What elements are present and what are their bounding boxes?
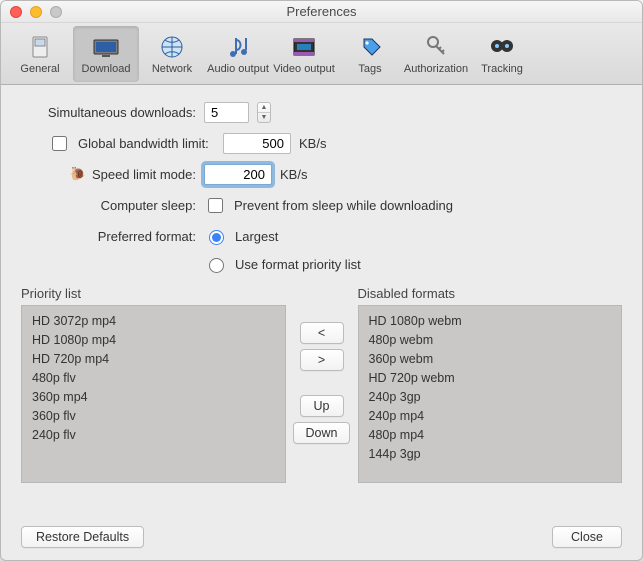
disabled-formats-title: Disabled formats (358, 286, 623, 301)
list-item[interactable]: HD 1080p webm (369, 312, 612, 331)
general-icon (24, 34, 56, 60)
preferences-window: Preferences General Download Network Aud… (0, 0, 643, 561)
global-bandwidth-input[interactable] (223, 133, 291, 154)
tab-general[interactable]: General (7, 26, 73, 82)
list-item[interactable]: 144p 3gp (369, 445, 612, 464)
largest-radio[interactable] (209, 230, 224, 245)
tab-label: Download (82, 63, 131, 75)
tab-tags[interactable]: Tags (337, 26, 403, 82)
priority-list-title: Priority list (21, 286, 286, 301)
computer-sleep-label: Computer sleep: (21, 198, 196, 213)
tab-label: Authorization (404, 63, 468, 75)
tab-label: Tracking (481, 63, 523, 75)
list-item[interactable]: 240p mp4 (369, 407, 612, 426)
tab-authorization[interactable]: Authorization (403, 26, 469, 82)
close-button[interactable]: Close (552, 526, 622, 548)
largest-label: Largest (235, 229, 278, 244)
tab-label: Network (152, 63, 192, 75)
tracking-icon (486, 34, 518, 60)
list-item[interactable]: 480p flv (32, 369, 275, 388)
simultaneous-downloads-label: Simultaneous downloads: (21, 105, 196, 120)
simultaneous-downloads-stepper[interactable]: ▲▼ (257, 102, 271, 123)
tab-label: General (20, 63, 59, 75)
move-right-button[interactable]: > (300, 349, 344, 371)
tab-video-output[interactable]: Video output (271, 26, 337, 82)
tab-network[interactable]: Network (139, 26, 205, 82)
priority-listbox[interactable]: HD 3072p mp4HD 1080p mp4HD 720p mp4480p … (21, 305, 286, 483)
prevent-sleep-label: Prevent from sleep while downloading (234, 198, 453, 213)
tab-label: Audio output (207, 63, 269, 75)
preferred-format-label: Preferred format: (21, 229, 196, 244)
list-item[interactable]: HD 720p mp4 (32, 350, 275, 369)
list-item[interactable]: 360p mp4 (32, 388, 275, 407)
move-down-button[interactable]: Down (293, 422, 351, 444)
preferences-toolbar: General Download Network Audio output Vi… (1, 23, 642, 85)
kbps-label: KB/s (280, 167, 307, 182)
global-bandwidth-label: Global bandwidth limit: (78, 136, 215, 151)
minimize-window-icon[interactable] (30, 6, 42, 18)
close-window-icon[interactable] (10, 6, 22, 18)
list-item[interactable]: 480p webm (369, 331, 612, 350)
priority-list-radio[interactable] (209, 258, 224, 273)
global-bandwidth-checkbox[interactable] (52, 136, 67, 151)
list-item[interactable]: HD 3072p mp4 (32, 312, 275, 331)
list-item[interactable]: 480p mp4 (369, 426, 612, 445)
disabled-formats-listbox[interactable]: HD 1080p webm480p webm360p webmHD 720p w… (358, 305, 623, 483)
window-title: Preferences (1, 4, 642, 19)
list-item[interactable]: HD 720p webm (369, 369, 612, 388)
zoom-window-icon (50, 6, 62, 18)
tab-audio-output[interactable]: Audio output (205, 26, 271, 82)
video-output-icon (288, 34, 320, 60)
titlebar: Preferences (1, 1, 642, 23)
simultaneous-downloads-input[interactable] (204, 102, 249, 123)
tab-tracking[interactable]: Tracking (469, 26, 535, 82)
move-left-button[interactable]: < (300, 322, 344, 344)
tags-icon (354, 34, 386, 60)
authorization-icon (420, 34, 452, 60)
download-icon (90, 34, 122, 60)
network-icon (156, 34, 188, 60)
restore-defaults-button[interactable]: Restore Defaults (21, 526, 144, 548)
tab-label: Video output (273, 63, 335, 75)
kbps-label: KB/s (299, 136, 326, 151)
list-item[interactable]: 360p flv (32, 407, 275, 426)
move-up-button[interactable]: Up (300, 395, 344, 417)
list-item[interactable]: 240p 3gp (369, 388, 612, 407)
audio-output-icon (222, 34, 254, 60)
content-pane: Simultaneous downloads: ▲▼ Global bandwi… (1, 85, 642, 560)
prevent-sleep-checkbox[interactable] (208, 198, 223, 213)
tab-download[interactable]: Download (73, 26, 139, 82)
speed-limit-label: Speed limit mode: (92, 167, 196, 182)
speed-limit-input[interactable] (204, 164, 272, 185)
priority-list-label: Use format priority list (235, 257, 361, 272)
tab-label: Tags (358, 63, 381, 75)
list-item[interactable]: 360p webm (369, 350, 612, 369)
snail-icon: 🐌 (70, 166, 86, 182)
list-item[interactable]: 240p flv (32, 426, 275, 445)
list-item[interactable]: HD 1080p mp4 (32, 331, 275, 350)
